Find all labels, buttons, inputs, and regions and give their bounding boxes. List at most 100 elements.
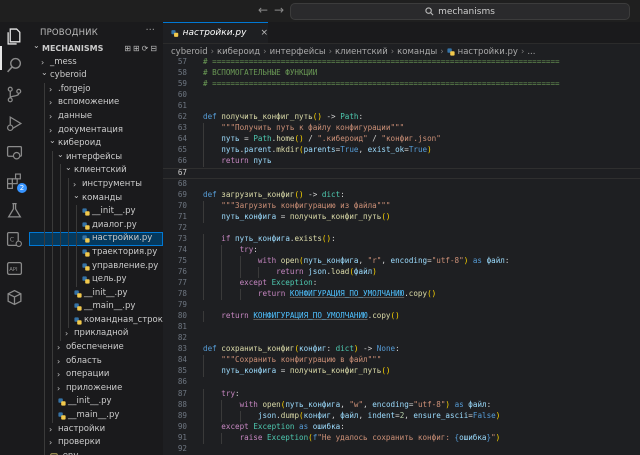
- breadcrumb-item[interactable]: клиентский: [335, 47, 388, 57]
- command-center-search[interactable]: mechanisms: [290, 3, 630, 20]
- line-number: 76: [177, 266, 187, 276]
- title-bar: ← → mechanisms: [0, 0, 640, 23]
- chevron-right-icon: ›: [57, 383, 61, 393]
- tree-file[interactable]: командная_строка.py: [29, 314, 163, 328]
- back-arrow-icon[interactable]: ←: [258, 3, 268, 17]
- remote-explorer-icon[interactable]: [6, 144, 23, 161]
- tree-folder[interactable]: ⌄ кибероид: [29, 136, 163, 151]
- breadcrumb-item[interactable]: ...: [527, 47, 535, 57]
- source-control-icon[interactable]: [6, 86, 23, 103]
- copilot-icon[interactable]: C: [6, 231, 23, 248]
- tree-item-label: _mess: [50, 56, 77, 67]
- tree-file[interactable]: __init__.py: [29, 287, 163, 301]
- tree-folder[interactable]: › приложение: [29, 382, 163, 396]
- tree-folder[interactable]: › настройки: [29, 423, 163, 437]
- tree-folder[interactable]: › область: [29, 355, 163, 369]
- tree-file[interactable]: __init__.py: [29, 395, 163, 409]
- breadcrumb-item[interactable]: настройки.py: [458, 47, 518, 57]
- python-file-icon: [82, 208, 90, 216]
- run-debug-icon[interactable]: [6, 115, 23, 132]
- tree-file[interactable]: диалог.py: [29, 219, 163, 233]
- tab-bar: настройки.py ×: [163, 22, 640, 44]
- indent-guide: [203, 255, 204, 267]
- tree-folder[interactable]: ⌄ интерфейсы: [29, 150, 163, 165]
- tree-file[interactable]: управление.py: [29, 260, 163, 274]
- line-number: 63: [177, 123, 187, 133]
- line-number: 65: [177, 145, 187, 155]
- tree-file[interactable]: __main__.py: [29, 409, 163, 423]
- line-number: 77: [177, 278, 187, 287]
- code-line: # ВСПОМОГАТЕЛЬНЫЕ ФУНКЦИИ: [203, 68, 318, 78]
- code-line: """Сохранить конфигурацию в файл""": [221, 355, 382, 365]
- tree-file[interactable]: цель.py: [29, 273, 163, 287]
- python-file-icon: [82, 249, 90, 257]
- indent-guide: [203, 289, 204, 301]
- api-icon[interactable]: API: [6, 260, 23, 277]
- code-line: try:: [221, 388, 240, 398]
- line-number: 87: [177, 388, 187, 398]
- indent-guide: [203, 266, 204, 278]
- tree-folder[interactable]: ⌄ cyberoid: [29, 68, 163, 83]
- breadcrumb-item[interactable]: cyberoid: [171, 47, 208, 57]
- tree-folder[interactable]: ⌄ команды: [29, 191, 163, 206]
- forward-arrow-icon[interactable]: →: [274, 3, 284, 17]
- chevron-right-icon: ›: [49, 111, 53, 121]
- line-number: 79: [177, 300, 187, 310]
- breadcrumb-item[interactable]: команды: [397, 47, 437, 57]
- tree-file[interactable]: .env: [29, 450, 163, 455]
- line-number: 91: [177, 432, 187, 442]
- tree-item-label: .forgejo: [58, 83, 91, 94]
- tree-file[interactable]: траектория.py: [29, 246, 163, 260]
- indent-guide: [203, 145, 204, 157]
- tree-folder[interactable]: › .forgejo: [29, 83, 163, 97]
- search-icon[interactable]: [6, 57, 23, 74]
- python-file-icon: [74, 317, 82, 325]
- tree-folder[interactable]: › обеспечение: [29, 341, 163, 355]
- breadcrumb-item[interactable]: кибероид: [217, 47, 260, 57]
- indent-guide: [221, 278, 223, 290]
- explorer-icon[interactable]: [6, 28, 23, 45]
- breadcrumb-item[interactable]: интерфейсы: [270, 47, 326, 57]
- tree-folder[interactable]: › _mess: [29, 56, 163, 70]
- code-line: json.dump(конфиг, файл, indent=2, ensure…: [257, 410, 501, 420]
- tree-item-label: траектория.py: [92, 246, 158, 257]
- tree-file[interactable]: __init__.py: [29, 205, 163, 219]
- extensions-icon[interactable]: 2: [6, 173, 27, 193]
- explorer-actions-icon[interactable]: ⊞⊞⟳⊟: [124, 42, 159, 56]
- more-actions-icon[interactable]: ···: [145, 25, 155, 36]
- tree-folder[interactable]: › данные: [29, 110, 163, 124]
- tree-folder[interactable]: › операции: [29, 368, 163, 382]
- indent-guide: [221, 255, 223, 267]
- line-number: 88: [177, 399, 187, 409]
- tab-settings-py[interactable]: настройки.py ×: [163, 22, 268, 43]
- indent-guide: [203, 399, 204, 411]
- indent-guide: [52, 150, 53, 423]
- tree-item-label: проверки: [58, 437, 101, 448]
- line-number: 57: [177, 57, 187, 66]
- python-file-icon: [74, 290, 82, 298]
- line-number: 59: [177, 79, 187, 89]
- code-line: путь_конфига = получить_конфиг_путь(): [221, 211, 391, 221]
- package-box-icon[interactable]: [6, 289, 23, 306]
- tree-folder[interactable]: ⌄ клиентский: [29, 163, 163, 178]
- tree-item-label: настройки.py: [92, 233, 153, 244]
- tree-item-label: __init__.py: [68, 396, 112, 407]
- scrollbar[interactable]: [632, 57, 640, 455]
- workspace-root[interactable]: ⌄ MECHANISMS ⊞⊞⟳⊟: [29, 41, 163, 56]
- indent-guide: [203, 366, 204, 378]
- code-line: """Загрузить конфигурацию из файла""": [221, 200, 391, 210]
- indent-guide: [203, 123, 204, 135]
- close-icon[interactable]: ×: [260, 28, 268, 38]
- testing-flask-icon[interactable]: [6, 202, 23, 219]
- tree-item-label: MECHANISMS: [42, 44, 104, 53]
- indent-guide: [203, 432, 204, 444]
- chevron-right-icon: ›: [49, 84, 53, 94]
- tree-folder[interactable]: › проверки: [29, 436, 163, 450]
- tree-file[interactable]: __main__.py: [29, 300, 163, 314]
- indent-guide: [221, 289, 223, 301]
- tree-folder[interactable]: › прикладной: [29, 327, 163, 341]
- tree-folder[interactable]: › вспоможение: [29, 96, 163, 110]
- tree-folder[interactable]: › инструменты: [29, 178, 163, 192]
- breadcrumb-separator-icon: ›: [390, 47, 395, 57]
- tree-file[interactable]: настройки.py: [29, 232, 163, 246]
